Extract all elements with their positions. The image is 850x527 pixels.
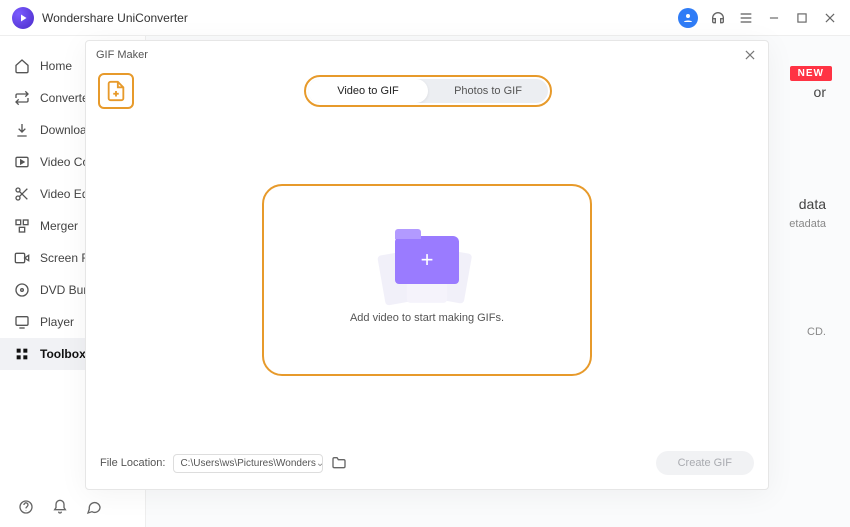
play-icon [14,314,30,330]
gif-maker-dialog: GIF Maker Video to GIF Photos to GIF [85,40,769,490]
bg-text: or [814,84,826,100]
download-icon [14,122,30,138]
feedback-icon[interactable] [86,499,102,515]
compress-icon [14,154,30,170]
titlebar: Wondershare UniConverter [0,0,850,36]
browse-folder-button[interactable] [331,455,347,471]
bg-text: CD. [807,326,826,338]
disc-icon [14,282,30,298]
sidebar-item-label: Player [40,315,74,329]
help-icon[interactable] [18,499,34,515]
new-badge: NEW [790,66,832,81]
mode-tabswitch: Video to GIF Photos to GIF [308,79,548,103]
dialog-title: GIF Maker [96,49,148,61]
close-window-button[interactable] [822,10,838,26]
dialog-close-button[interactable] [742,47,758,63]
mode-tab-highlight: Video to GIF Photos to GIF [304,75,552,107]
file-location-label: File Location: [100,457,165,469]
bg-text: etadata [789,218,826,230]
chevron-down-icon: ⌄ [316,458,324,469]
user-account-button[interactable] [678,8,698,28]
converter-icon [14,90,30,106]
scissors-icon [14,186,30,202]
bg-text: data [799,196,826,212]
sidebar-item-label: Toolbox [40,347,86,361]
toolbox-icon [14,346,30,362]
minimize-button[interactable] [766,10,782,26]
folder-plus-icon: + [395,236,459,284]
maximize-button[interactable] [794,10,810,26]
bottom-toolbar [0,487,145,527]
app-logo [12,7,34,29]
sidebar-item-label: Merger [40,219,78,233]
merge-icon [14,218,30,234]
app-title: Wondershare UniConverter [42,11,678,25]
add-file-button[interactable] [98,73,134,109]
bell-icon[interactable] [52,499,68,515]
file-location-dropdown[interactable]: C:\Users\ws\Pictures\Wonders ⌄ [173,454,323,473]
file-location-value: C:\Users\ws\Pictures\Wonders [180,458,315,469]
sidebar-item-label: Home [40,59,72,73]
video-dropzone[interactable]: + Add video to start making GIFs. [262,184,592,376]
record-icon [14,250,30,266]
tab-video-to-gif[interactable]: Video to GIF [308,79,428,103]
dropzone-hint: Add video to start making GIFs. [350,312,504,324]
menu-icon[interactable] [738,10,754,26]
tab-photos-to-gif[interactable]: Photos to GIF [428,79,548,103]
support-icon[interactable] [710,10,726,26]
create-gif-button[interactable]: Create GIF [656,451,754,475]
home-icon [14,58,30,74]
